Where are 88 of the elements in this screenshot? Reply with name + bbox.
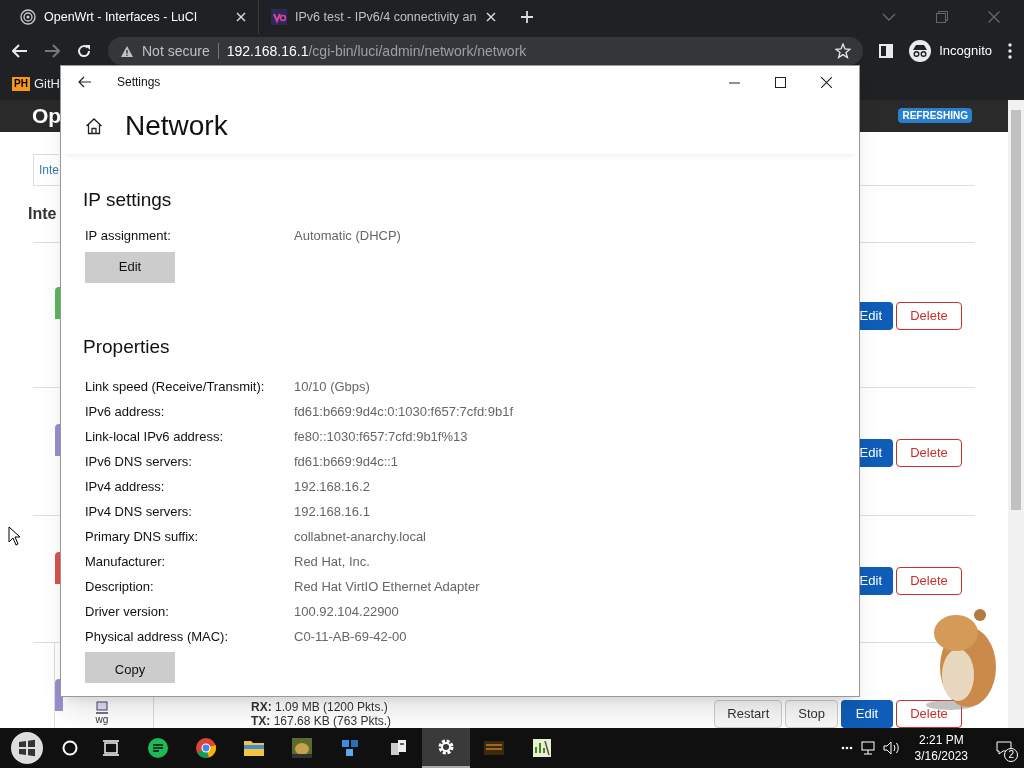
stop-button[interactable]: Stop [785,699,838,728]
window-title: Settings [117,74,161,91]
notification-count: 2 [1004,748,1018,762]
tab-logo-icon [271,9,287,25]
property-label: Driver version: [84,603,170,622]
maximize-icon[interactable] [775,76,786,88]
overflow-icon[interactable] [840,746,853,750]
property-label: Description: [84,578,155,597]
restore-icon[interactable] [936,11,948,23]
property-value: 192.168.16.1 [294,503,370,522]
section-title: IP settings [83,188,173,212]
property-value: Automatic (DHCP) [294,227,401,245]
close-icon[interactable] [821,76,832,88]
property-value: 100.92.104.22900 [294,603,399,622]
property-label: Primary DNS suffix: [84,528,200,547]
property-label: IPv6 DNS servers: [84,453,193,472]
property-label: IPv4 address: [84,478,166,497]
clock-time: 2:21 PM [918,732,964,748]
forward-arrow-icon[interactable] [44,44,60,58]
warning-icon [120,44,134,58]
more-icon[interactable] [1008,43,1012,59]
scrollbar[interactable] [1008,100,1024,728]
copy-button[interactable]: Copy [85,651,175,683]
task-view-icon[interactable] [102,740,120,756]
start-icon[interactable] [10,731,44,765]
cubes-icon [339,737,361,759]
sidebar-icon[interactable] [879,44,894,58]
clock-date: 3/16/2023 [914,748,968,764]
star-icon[interactable] [835,43,852,59]
property-label: IP assignment: [84,227,172,245]
address-bar[interactable]: Not secure 192.168.16.1/cgi-bin/luci/admin/network/network [108,37,864,65]
page-title: Network [125,109,228,143]
delete-button[interactable]: Delete [896,438,962,467]
property-value: fd61:b669:9d4c::1 [294,453,399,472]
property-value: fe80::1030:f657:7cfd:9b1f%13 [294,428,468,447]
bookmark-logo: PH [12,77,30,91]
status-badge: REFRESHING [898,108,972,124]
delete-button[interactable]: Delete [896,699,962,728]
volume-icon[interactable] [882,741,901,755]
chart-icon [531,737,553,759]
network-device-icon [95,700,109,715]
property-label: Link speed (Receive/Transmit): [84,378,266,397]
property-label: IPv4 DNS servers: [84,503,193,522]
radio-signal-icon [20,9,36,25]
property-label: Physical address (MAC): [84,628,230,647]
clock[interactable]: 2:21 PM 3/16/2023 [906,732,976,764]
tab-title: IPv6 test - IPv6/4 connectivity an [295,8,478,26]
back-arrow-icon[interactable] [78,76,92,88]
restart-button[interactable]: Restart [714,699,783,728]
property-value: collabnet-anarchy.local [294,528,426,547]
chat-icon [147,737,169,759]
network-icon[interactable] [860,741,877,755]
property-label: IPv6 address: [84,403,166,422]
brand-title: Op [32,103,62,129]
incognito-icon [909,40,932,62]
chevron-down-icon[interactable] [882,12,896,22]
property-value: Red Hat VirtIO Ethernet Adapter [294,578,480,597]
delete-button[interactable]: Delete [896,566,962,595]
edit-button[interactable]: Edit [841,699,893,728]
device-name: wg [95,714,109,725]
property-label: Manufacturer: [84,553,167,572]
bookmark-item[interactable]: PH GitH [12,74,60,94]
edit-button[interactable]: Edit [85,251,175,283]
tx-stat: TX: 167.68 KB (763 Pkts.) [251,713,392,728]
section-heading: Inte [28,203,57,224]
section-title: Properties [83,334,171,359]
taskbar-app-button[interactable] [422,728,470,768]
home-icon [85,117,103,135]
profile-button[interactable]: Incognito [909,40,992,62]
mouse-pointer-icon [8,526,22,546]
page-tab[interactable]: Inte [33,153,59,185]
property-value: C0-11-AB-69-42-00 [294,628,407,647]
security-label: Not secure [142,41,210,61]
tab-title: OpenWrt - Interfaces - LuCI [44,8,199,26]
property-value: 192.168.16.2 [294,478,370,497]
delete-button[interactable]: Delete [896,301,962,330]
property-label: Link-local IPv6 address: [84,428,224,447]
search-icon[interactable] [62,740,78,756]
chrome-icon [195,737,217,759]
property-value: Red Hat, Inc. [294,553,370,572]
rx-stat: RX: 1.09 MB (1200 Pkts.) [251,699,389,714]
property-value: 10/10 (Gbps) [294,378,370,397]
game-icon [291,737,313,759]
property-value: fd61:b669:9d4c:0:1030:f657:7cfd:9b1f [294,403,514,422]
reload-icon[interactable] [76,43,92,59]
url-text: 192.168.16.1/cgi-bin/luci/admin/network/network [226,41,528,61]
new-tab-icon[interactable] [520,10,534,24]
notifications-button[interactable]: 2 [984,728,1024,768]
